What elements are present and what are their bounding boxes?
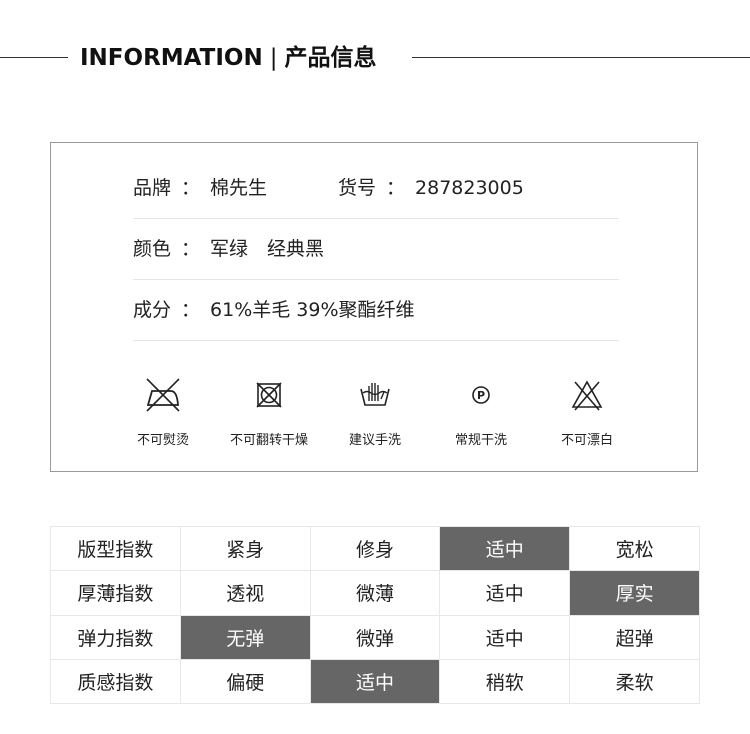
index-option-cell: 适中 (439, 570, 571, 616)
index-name-cell: 版型指数 (50, 525, 181, 572)
brand-label: 品牌 (133, 177, 172, 199)
index-option-cell: 稍软 (439, 658, 571, 705)
index-option-cell-selected: 适中 (439, 525, 571, 572)
index-name-cell: 厚薄指数 (50, 570, 181, 616)
care-label: 不可漂白 (560, 433, 613, 448)
title-english: INFORMATION (80, 45, 263, 71)
composition-label: 成分 (133, 299, 172, 321)
info-row-color: 颜色 ： 军绿 经典黑 (133, 219, 619, 280)
header-rule-right (412, 57, 750, 58)
index-option-cell: 透视 (179, 570, 311, 616)
index-option-cell: 柔软 (569, 658, 700, 705)
care-item-no-iron: 不可熨烫 (113, 375, 213, 455)
care-label: 不可翻转干燥 (229, 433, 308, 448)
no-tumble-dry-icon (256, 382, 282, 408)
dry-clean-icon: P (472, 386, 490, 404)
sku-group: 货号 ： 287823005 (338, 158, 524, 218)
colon: ： (181, 238, 201, 260)
care-item-no-bleach: 不可漂白 (537, 375, 637, 455)
table-row: 版型指数 紧身 修身 适中 宽松 (50, 525, 700, 572)
info-row-composition: 成分 ： 61%羊毛 39%聚酯纤维 (133, 280, 619, 341)
index-name-cell: 弹力指数 (50, 614, 181, 660)
care-item-no-tumble-dry: 不可翻转干燥 (219, 375, 319, 455)
info-row-brand: 品牌 ： 棉先生 货号 ： 287823005 (133, 158, 619, 219)
index-name-cell: 质感指数 (50, 658, 181, 705)
composition-value: 61%羊毛 39%聚酯纤维 (210, 299, 415, 321)
title-separator: | (269, 45, 278, 71)
section-title: INFORMATION | 产品信息 (80, 40, 376, 76)
index-option-cell: 微弹 (309, 614, 441, 660)
index-option-cell: 宽松 (569, 525, 700, 572)
index-option-cell: 适中 (439, 614, 571, 660)
index-option-cell: 微薄 (309, 570, 441, 616)
sku-value: 287823005 (415, 177, 524, 199)
title-chinese: 产品信息 (284, 45, 377, 71)
index-option-cell: 修身 (309, 525, 441, 572)
colon: ： (181, 177, 201, 199)
sku-label: 货号 (338, 177, 377, 199)
index-option-cell: 超弹 (569, 614, 700, 660)
color-value: 军绿 经典黑 (210, 238, 325, 260)
brand-value: 棉先生 (210, 177, 268, 199)
care-label: 建议手洗 (348, 433, 401, 448)
header-rule-left (0, 57, 68, 58)
care-label: 不可熨烫 (136, 433, 189, 448)
table-row: 质感指数 偏硬 适中 稍软 柔软 (50, 658, 700, 705)
no-iron-icon (146, 378, 180, 412)
table-row: 弹力指数 无弹 微弹 适中 超弹 (50, 614, 700, 660)
index-option-cell: 紧身 (179, 525, 311, 572)
index-table-body: 版型指数 紧身 修身 适中 宽松 厚薄指数 透视 微薄 适中 厚实 弹力指数 无弹 微弹 适中 超弹 质感指数… (50, 525, 700, 705)
table-row: 厚薄指数 透视 微薄 适中 厚实 (50, 570, 700, 616)
care-item-hand-wash: 建议手洗 (325, 375, 425, 455)
section-header: INFORMATION | 产品信息 (0, 40, 750, 76)
index-option-cell-selected: 适中 (309, 658, 441, 705)
dry-clean-glyph: P (477, 389, 485, 402)
index-option-cell-selected: 无弹 (179, 614, 311, 660)
colon: ： (386, 177, 406, 199)
hand-wash-icon (360, 383, 390, 406)
product-info-box: 品牌 ： 棉先生 货号 ： 287823005 颜色 ： 军绿 经典黑 成分 ： 61%羊毛 3… (50, 142, 698, 472)
product-index-table: 版型指数 紧身 修身 适中 宽松 厚薄指数 透视 微薄 适中 厚实 弹力指数 无弹 微弹 适中 超弹 质感指数… (50, 525, 700, 705)
index-option-cell: 偏硬 (179, 658, 311, 705)
colon: ： (181, 299, 201, 321)
care-item-dry-clean: P 常规干洗 (431, 375, 531, 455)
care-label: 常规干洗 (454, 433, 507, 448)
index-option-cell-selected: 厚实 (569, 570, 700, 616)
color-label: 颜色 (133, 238, 172, 260)
no-bleach-icon (571, 380, 603, 411)
